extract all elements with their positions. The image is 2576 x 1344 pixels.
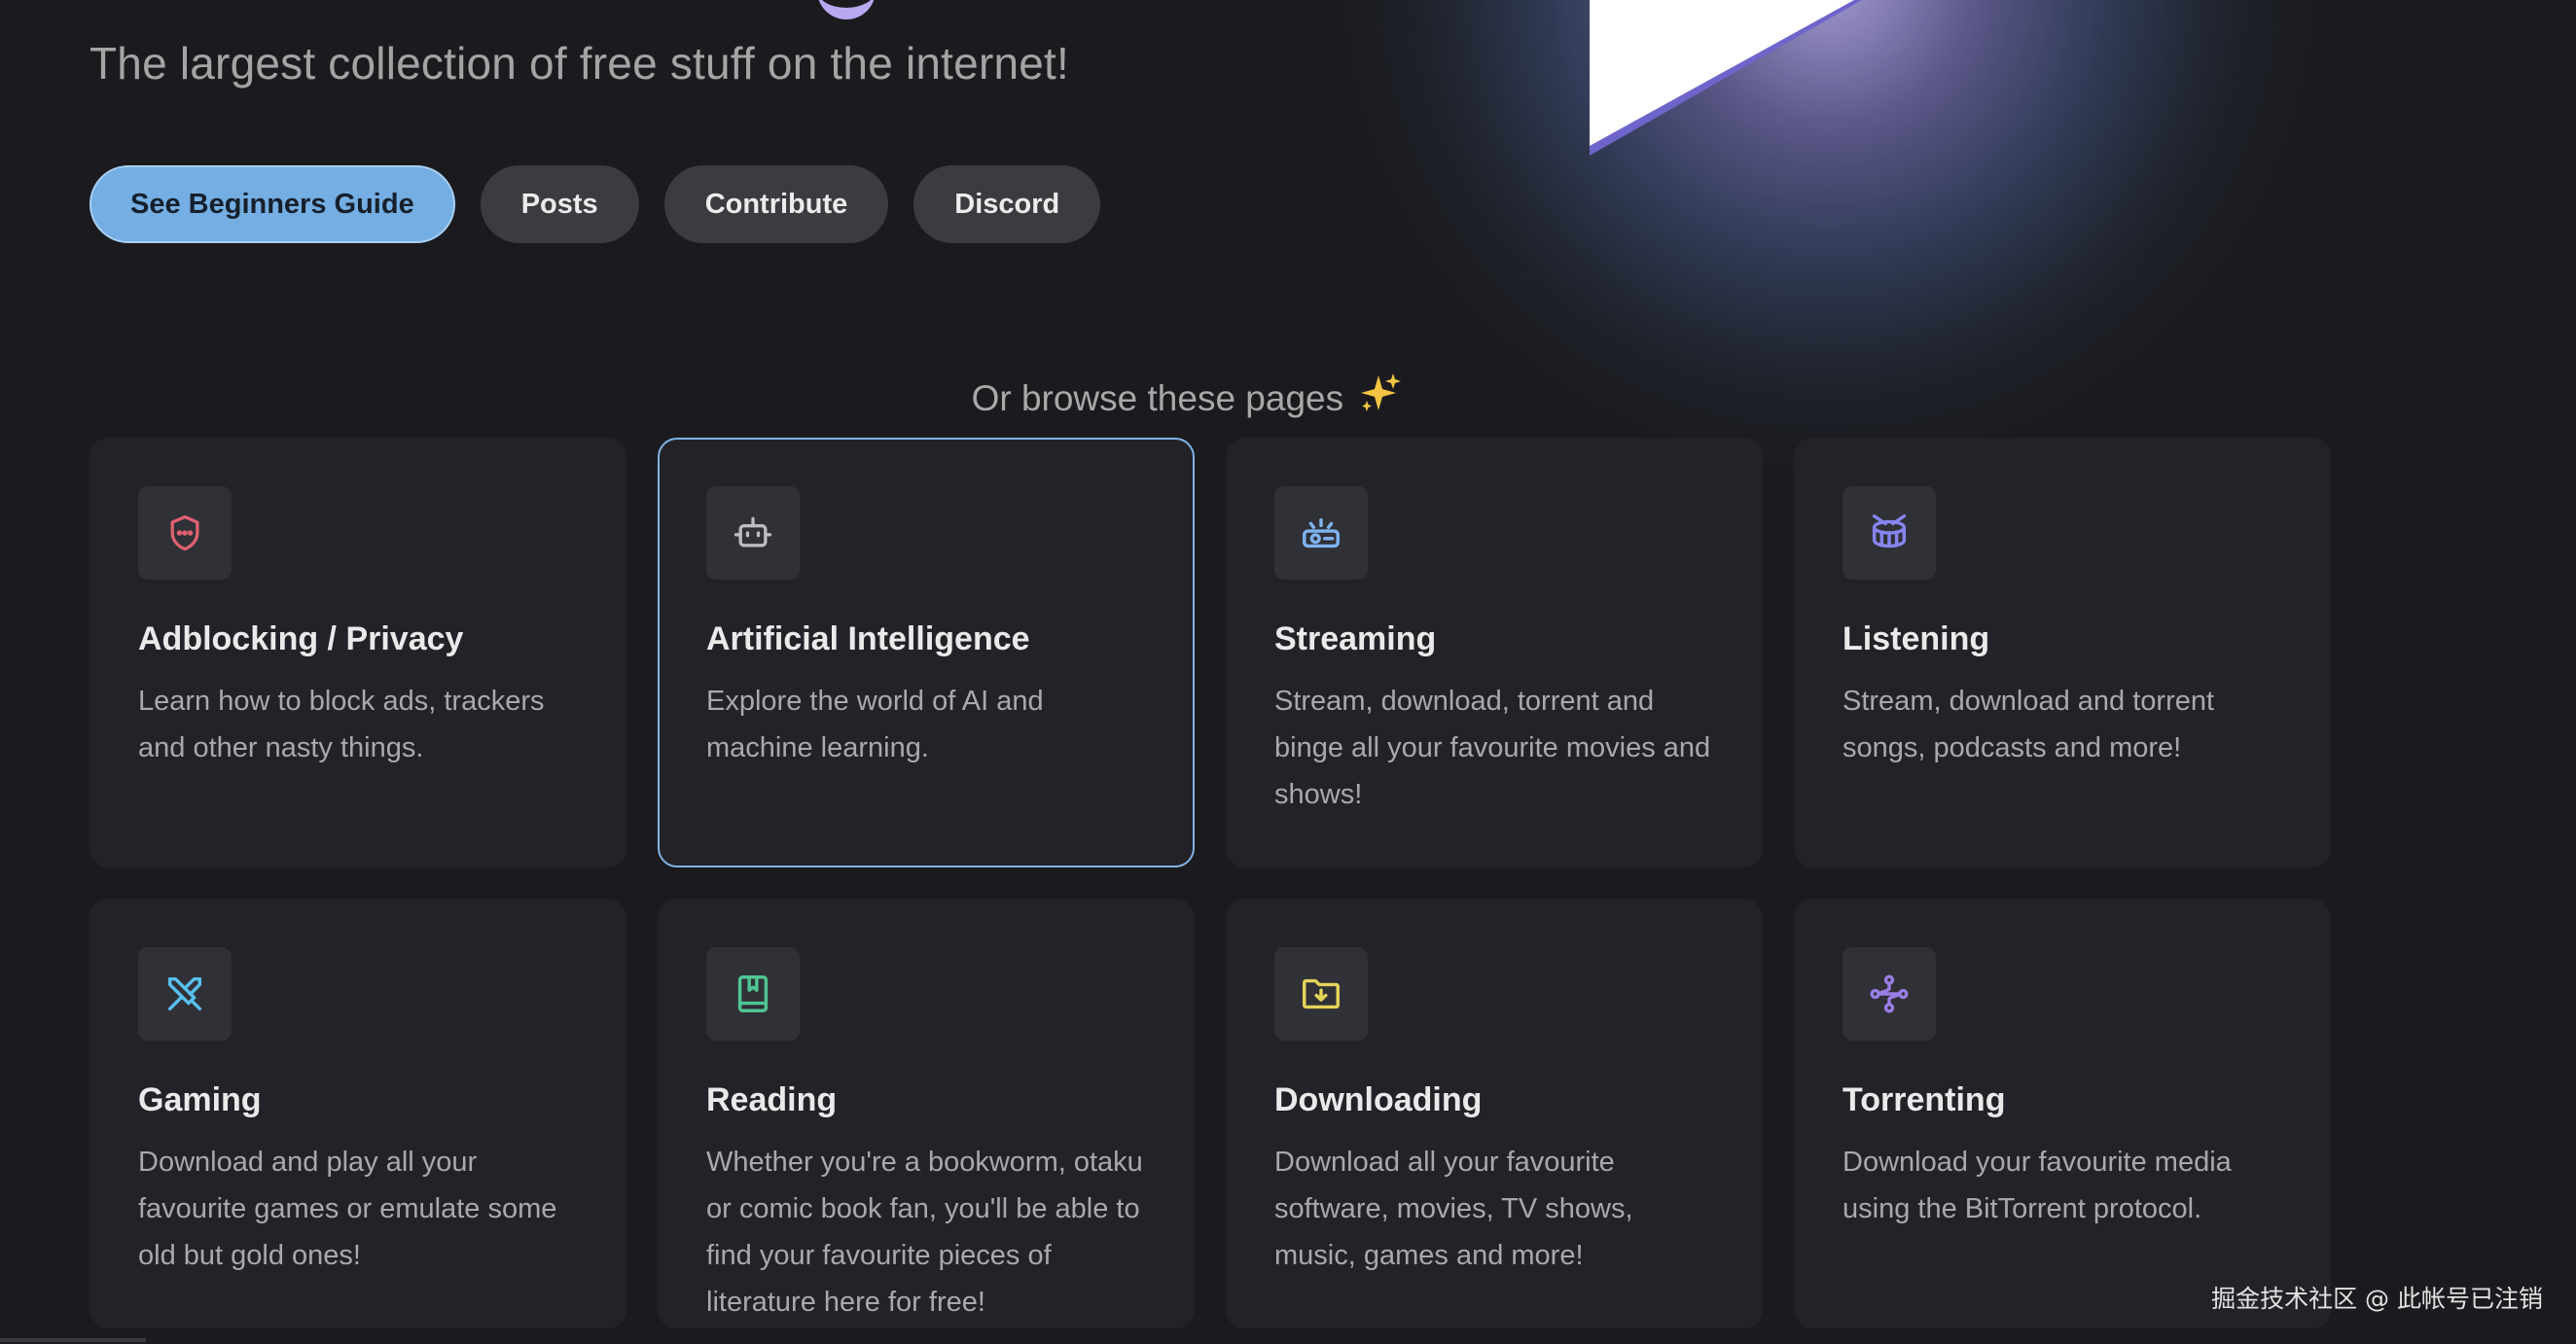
card-title: Reading <box>706 1081 838 1118</box>
network-icon <box>1870 974 1909 1013</box>
folder-download-icon <box>1303 978 1340 1009</box>
book-icon <box>737 975 769 1012</box>
hero-actions: See Beginners Guide Posts Contribute Dis… <box>89 165 1101 243</box>
browse-heading: Or browse these pages <box>0 371 2374 423</box>
discord-button[interactable]: Discord <box>913 165 1101 243</box>
card-adblocking-privacy[interactable]: Adblocking / Privacy Learn how to block … <box>89 438 626 867</box>
card-description: Download all your favourite software, mo… <box>1274 1147 1633 1271</box>
card-description: Download and play all your favourite gam… <box>138 1147 557 1271</box>
swords-icon <box>167 976 202 1011</box>
card-icon-box <box>138 947 232 1041</box>
card-description: Download your favourite media using the … <box>1843 1147 2232 1224</box>
card-torrenting[interactable]: Torrenting Download your favourite media… <box>1794 899 2331 1328</box>
card-icon-box <box>706 947 800 1041</box>
robot-icon <box>733 516 772 548</box>
card-artificial-intelligence[interactable]: Artificial Intelligence Explore the worl… <box>658 438 1195 867</box>
card-title: Adblocking / Privacy <box>138 620 464 657</box>
browse-heading-text: Or browse these pages <box>971 378 1344 418</box>
sparkles-icon <box>1359 371 1402 423</box>
card-title: Downloading <box>1274 1081 1483 1118</box>
watermark: 掘金技术社区 @ 此帐号已注销 <box>2211 1285 2543 1313</box>
drum-icon <box>1872 514 1907 548</box>
card-icon-box <box>1274 947 1368 1041</box>
card-title: Listening <box>1843 620 1990 657</box>
card-listening[interactable]: Listening Stream, download and torrent s… <box>1794 438 2331 867</box>
scrollbar[interactable] <box>0 1338 146 1342</box>
card-title: Artificial Intelligence <box>706 620 1030 657</box>
card-gaming[interactable]: Gaming Download and play all your favour… <box>89 899 626 1328</box>
posts-button[interactable]: Posts <box>480 165 639 243</box>
feature-grid: Adblocking / Privacy Learn how to block … <box>89 438 2331 1328</box>
card-description: Stream, download, torrent and binge all … <box>1274 686 1711 810</box>
card-reading[interactable]: Reading Whether you're a bookworm, otaku… <box>658 899 1195 1328</box>
card-description: Whether you're a bookworm, otaku or comi… <box>706 1147 1143 1318</box>
card-title: Torrenting <box>1843 1081 2006 1118</box>
card-streaming[interactable]: Streaming Stream, download, torrent and … <box>1226 438 1763 867</box>
card-icon-box <box>1843 947 1936 1041</box>
contribute-button[interactable]: Contribute <box>663 165 889 243</box>
card-downloading[interactable]: Downloading Download all your favourite … <box>1226 899 1763 1328</box>
beginners-guide-button[interactable]: See Beginners Guide <box>89 165 455 243</box>
card-description: Learn how to block ads, trackers and oth… <box>138 686 545 763</box>
webcam-icon <box>1303 517 1340 548</box>
hero-title-fragment <box>817 0 876 19</box>
card-title: Streaming <box>1274 620 1437 657</box>
hero-logo-shape <box>1590 0 1862 156</box>
card-icon-box <box>706 486 800 580</box>
hero-tagline: The largest collection of free stuff on … <box>89 38 1069 88</box>
card-icon-box <box>1274 486 1368 580</box>
card-description: Explore the world of AI and machine lear… <box>706 686 1044 763</box>
card-icon-box <box>1843 486 1936 580</box>
card-description: Stream, download and torrent songs, podc… <box>1843 686 2215 763</box>
card-icon-box <box>138 486 232 580</box>
card-title: Gaming <box>138 1081 262 1118</box>
shield-icon <box>170 514 199 551</box>
